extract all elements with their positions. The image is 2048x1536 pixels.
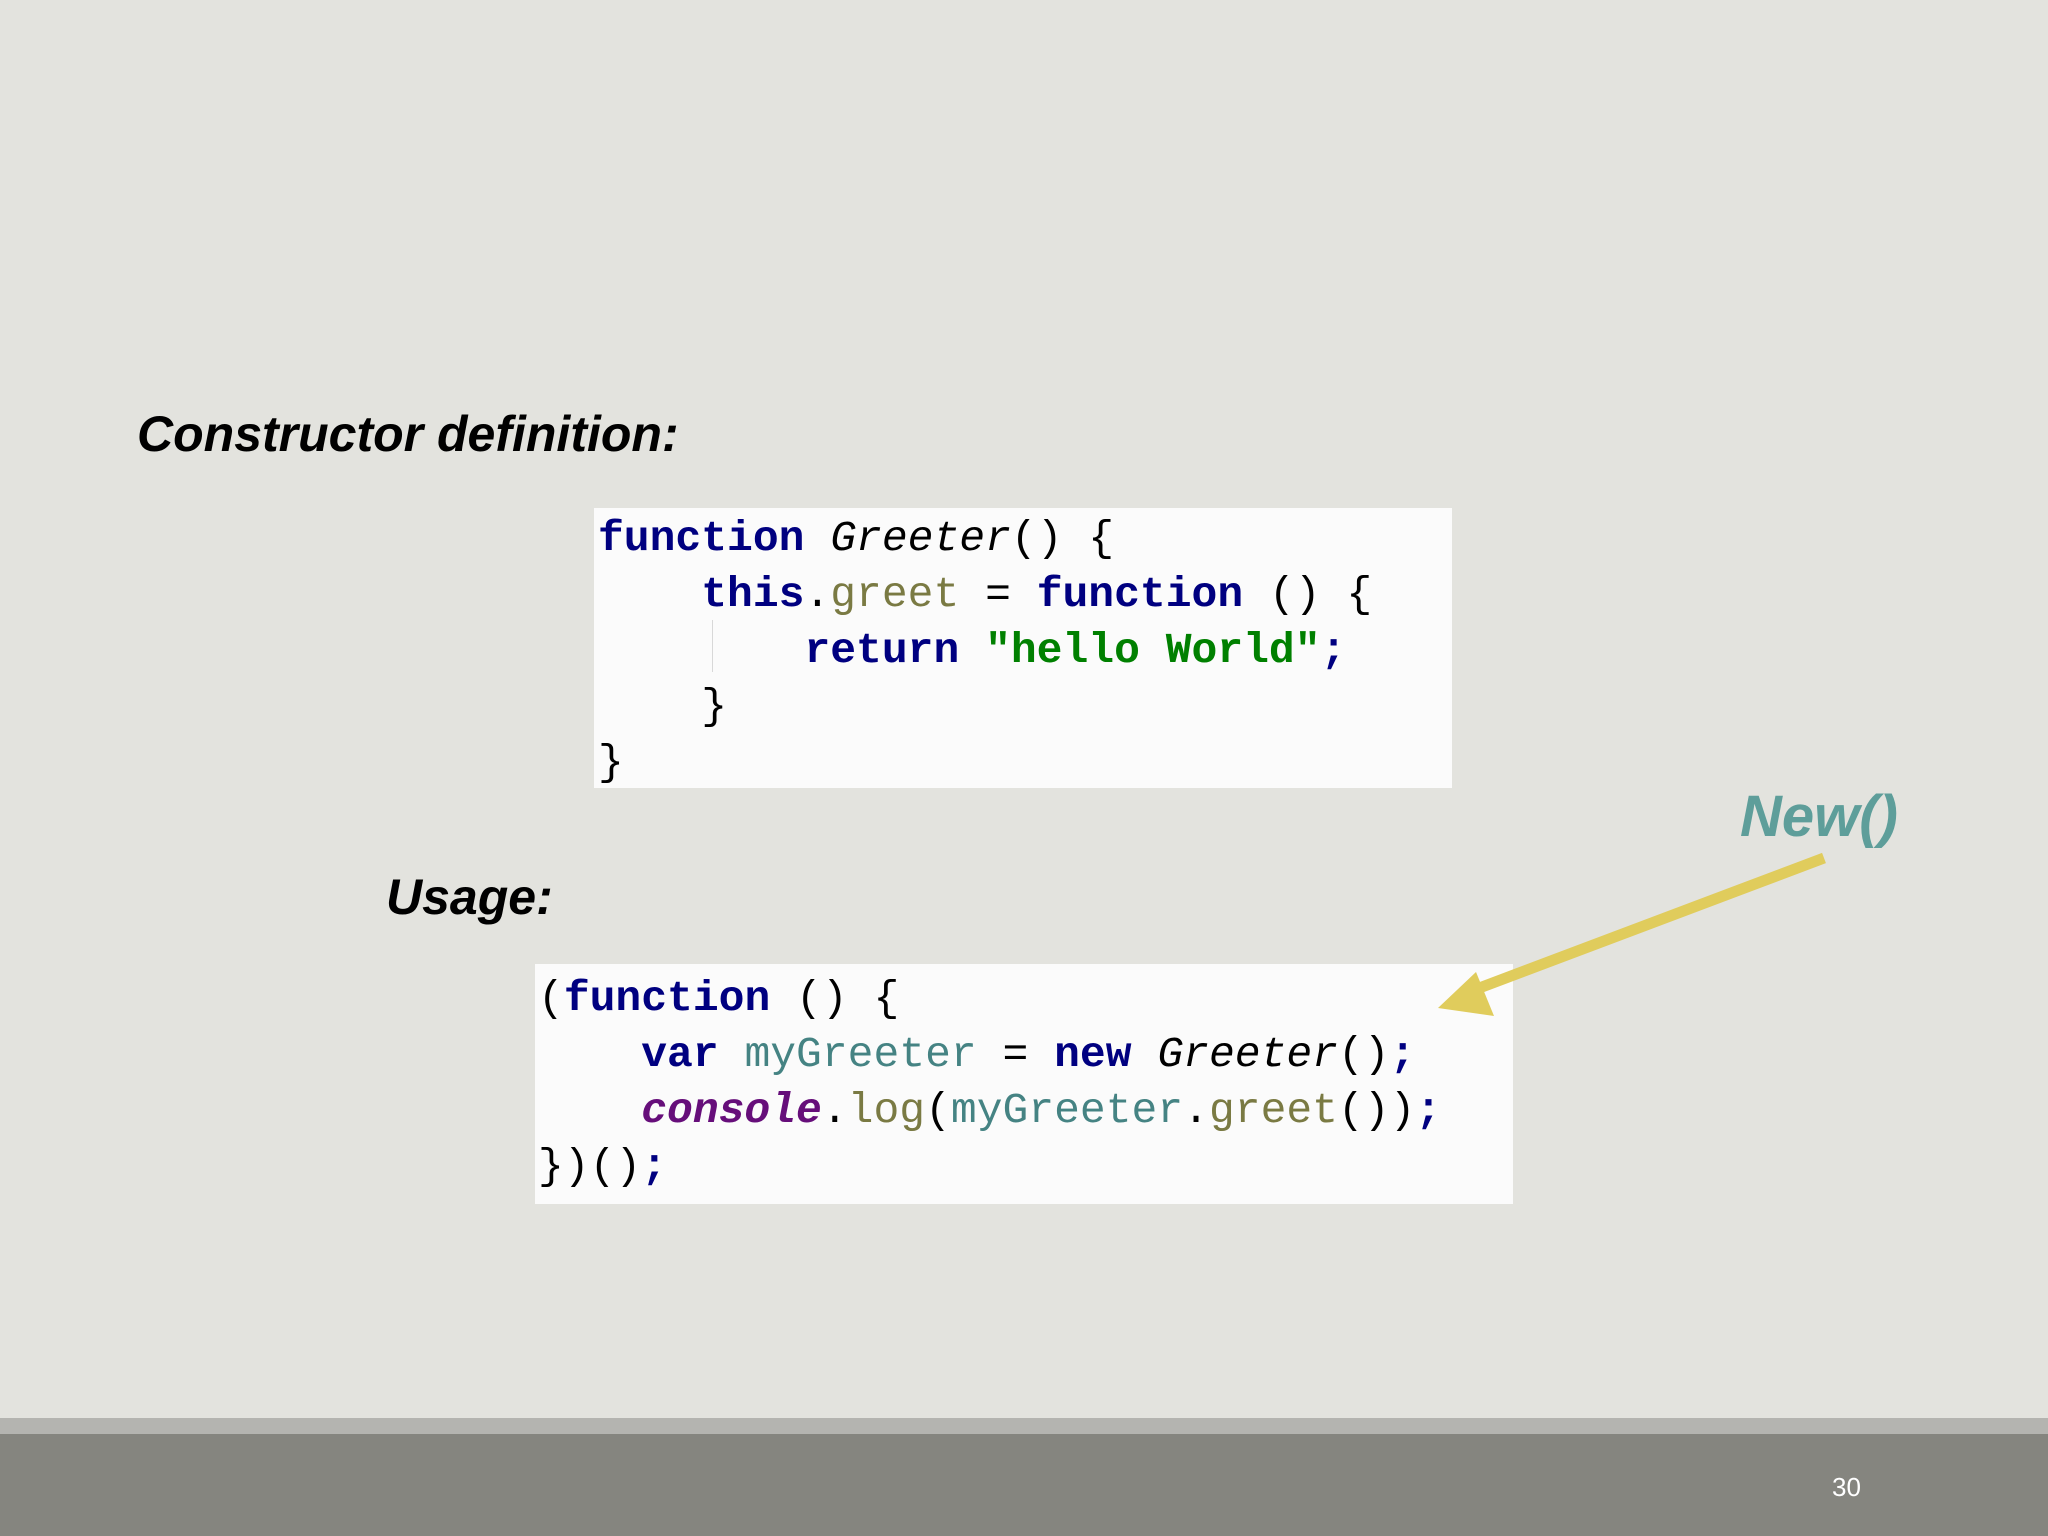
code-token: () {	[1243, 570, 1373, 619]
code-line: var myGreeter = new Greeter();	[538, 1027, 1513, 1083]
code-token: Greeter	[830, 514, 1011, 563]
code-token: (	[925, 1086, 951, 1135]
code-token: function	[1036, 570, 1244, 619]
code-token: this	[701, 570, 805, 619]
code-token: })()	[538, 1142, 642, 1191]
code-token: ;	[641, 1142, 668, 1191]
arrow-shaft	[1472, 852, 1826, 996]
code-token: .	[821, 1086, 848, 1135]
constructor-code-block: function Greeter() { this.greet = functi…	[594, 508, 1452, 788]
code-line: (function () {	[538, 971, 1513, 1027]
code-line: this.greet = function () {	[598, 567, 1452, 623]
code-token: }	[701, 682, 728, 731]
indent-guide	[712, 620, 713, 672]
constructor-code-lines: function Greeter() { this.greet = functi…	[594, 508, 1452, 791]
code-line: function Greeter() {	[598, 511, 1452, 567]
code-token: }	[598, 738, 624, 787]
code-token: new	[1054, 1030, 1132, 1079]
usage-code-block: (function () { var myGreeter = new Greet…	[535, 964, 1513, 1204]
code-token: myGreeter	[744, 1030, 977, 1079]
code-token: function	[598, 514, 805, 563]
usage-code-lines: (function () { var myGreeter = new Greet…	[535, 964, 1513, 1195]
new-annotation-label: New()	[1740, 784, 1898, 849]
code-token: .	[804, 570, 831, 619]
code-token: log	[847, 1086, 926, 1135]
usage-heading: Usage:	[386, 869, 553, 925]
code-token: "hello World"	[985, 626, 1321, 675]
code-token: console	[641, 1086, 822, 1135]
code-token: Greeter	[1157, 1030, 1338, 1079]
code-token: function	[563, 974, 771, 1023]
code-token: ())	[1338, 1086, 1416, 1135]
code-token: ;	[1320, 626, 1347, 675]
code-token: .	[1183, 1086, 1209, 1135]
code-line: })();	[538, 1139, 1513, 1195]
code-token: ;	[1415, 1086, 1442, 1135]
slide-number: 30	[1832, 1472, 1861, 1502]
footer-stripe	[0, 1418, 2048, 1434]
code-line: }	[598, 735, 1452, 791]
code-token: greet	[830, 570, 960, 619]
code-token: =	[959, 570, 1037, 619]
code-token: greet	[1208, 1086, 1338, 1135]
footer-bar	[0, 1434, 2048, 1536]
code-token: () {	[770, 974, 900, 1023]
code-token: var	[641, 1030, 719, 1079]
slide: Constructor definition: function Greeter…	[0, 0, 2048, 1536]
code-token: (	[538, 974, 564, 1023]
code-token: ()	[1338, 1030, 1390, 1079]
code-token: return	[804, 626, 960, 675]
code-token: myGreeter	[950, 1086, 1184, 1135]
code-token: ;	[1389, 1030, 1416, 1079]
code-token: () {	[1010, 514, 1115, 563]
code-token: =	[976, 1030, 1055, 1079]
code-line: }	[598, 679, 1452, 735]
code-line: console.log(myGreeter.greet());	[538, 1083, 1513, 1139]
constructor-definition-heading: Constructor definition:	[137, 406, 679, 462]
code-line: return "hello World";	[598, 623, 1452, 679]
